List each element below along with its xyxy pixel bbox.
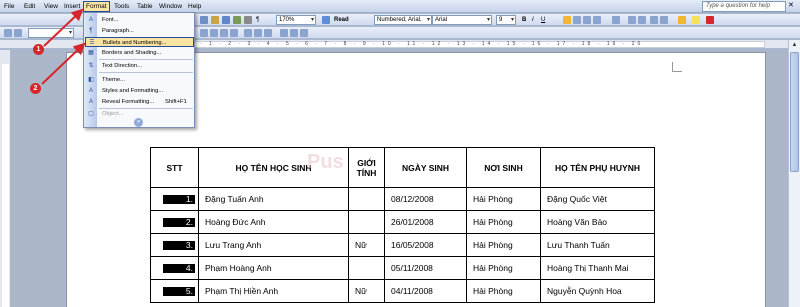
callout-arrow-2 <box>41 42 86 85</box>
callout-arrows <box>41 8 86 85</box>
callout-arrow-1 <box>43 8 84 47</box>
callout-badge-2: 2 <box>30 83 41 94</box>
callout-badge-1: 1 <box>33 44 44 55</box>
